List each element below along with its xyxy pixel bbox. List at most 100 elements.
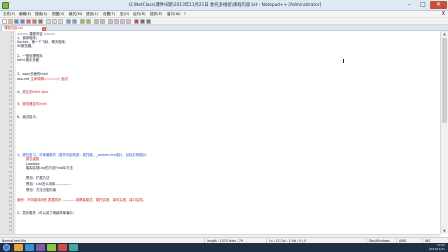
redo-icon[interactable] <box>72 19 77 24</box>
menu-settings[interactable]: 设置(T) <box>103 12 115 17</box>
window-title: G:\NetClass\课件\6期\2013年11月21日 委托多线程\课程内容… <box>128 3 322 8</box>
line-number: 33 <box>8 166 12 170</box>
code-token-highlight: 生命周期=====》面试 <box>30 77 68 81</box>
line-number: 40 <box>8 195 12 199</box>
copy-icon[interactable] <box>52 19 57 24</box>
line-number: 20 <box>8 111 12 115</box>
line-number: 36 <box>8 179 12 182</box>
minimize-button[interactable]: – <box>402 1 416 9</box>
menu-view[interactable]: 视图(V) <box>52 12 64 17</box>
find-icon[interactable] <box>80 19 85 24</box>
line-number: 48 <box>8 229 12 233</box>
scrollbar-thumb[interactable] <box>442 38 447 123</box>
line-number: 30 <box>8 153 12 157</box>
line-number: 44 <box>8 212 12 216</box>
line-number: 34 <box>8 170 12 174</box>
code-line-11: 6、面试讲义。 <box>17 115 40 119</box>
visual-studio-icon[interactable] <box>36 244 45 251</box>
tab-close-icon[interactable]: x <box>42 26 46 31</box>
code-token-highlight: 原生的html Ajax <box>22 90 49 94</box>
line-number: 42 <box>8 204 12 208</box>
line-number: 46 <box>8 221 12 224</box>
notepadpp-taskbar-icon[interactable] <box>47 244 56 251</box>
print-icon[interactable] <box>38 19 43 24</box>
menu-language[interactable]: 语言(L) <box>86 12 98 17</box>
browser-icon[interactable] <box>25 244 34 251</box>
fold-margin[interactable] <box>14 31 16 234</box>
line-number: 47 <box>8 225 12 229</box>
scroll-down-icon[interactable]: ▼ <box>441 228 448 234</box>
menu-format[interactable]: 格式(M) <box>69 12 82 17</box>
close-all-icon[interactable] <box>32 19 37 24</box>
menu-file[interactable]: 文件(F) <box>3 12 15 17</box>
play-macro-icon[interactable] <box>146 19 151 24</box>
line-number: 9 <box>10 65 12 69</box>
toolbar <box>0 18 448 25</box>
cut-icon[interactable] <box>46 19 51 24</box>
line-number: 8 <box>10 61 12 65</box>
line-number: 37 <box>8 183 12 187</box>
text-editor[interactable]: 1 2 3 4 5 6 7 8 9 10 11 12 13 14 15 16 17 18 19 20 21 22 23 24 2… <box>0 31 448 234</box>
line-number: 4 <box>10 44 12 48</box>
menu-window[interactable]: 窗口(W) <box>167 12 181 17</box>
code-line-13: 匿名函数 <box>26 157 40 161</box>
code-token: 案例： <box>17 198 28 202</box>
menu-help[interactable]: ? <box>184 12 186 17</box>
line-number: 11 <box>8 74 12 77</box>
line-number: 45 <box>8 216 12 220</box>
zoom-in-icon[interactable] <box>94 19 99 24</box>
menu-edit[interactable]: 编辑(E) <box>19 12 31 17</box>
code-token-highlight: 服务器控件html <box>22 102 47 106</box>
code-line-15: 模拟实现List的方法FindAll方法 <box>26 166 73 170</box>
code-line-8: asp.net 生命周期=====》面试 <box>17 77 417 81</box>
line-number: 5 <box>10 48 12 52</box>
scroll-up-icon[interactable]: ▲ <box>441 31 448 37</box>
line-number: 29 <box>8 149 12 153</box>
maximize-button[interactable]: □ <box>416 1 430 9</box>
menu-plugins[interactable]: 插件(P) <box>150 12 162 17</box>
replace-icon[interactable] <box>86 19 91 24</box>
line-number: 3 <box>10 40 12 44</box>
explorer-icon[interactable] <box>14 244 23 251</box>
record-macro-icon[interactable] <box>134 19 139 24</box>
menu-run[interactable]: 运行(R) <box>133 12 146 17</box>
title-bar: G:\NetClass\课件\6期\2013年11月21日 委托多线程\课程内容… <box>0 0 448 11</box>
code-line-19: 案例：不同窗体间的 数据同步 ---------- 观察者模式、委托实现、事件实… <box>17 198 417 202</box>
code-line-9: 4、原生的html Ajax <box>17 90 417 94</box>
code-line-18: 冒泡：方法泛型约束 <box>26 188 57 192</box>
line-number: 6 <box>10 53 12 56</box>
line-number: 14 <box>8 86 12 90</box>
close-document-icon[interactable]: X <box>442 11 445 18</box>
menu-macro[interactable]: 宏(O) <box>120 12 129 17</box>
code-line-16: 冒泡：扩展方法 <box>26 176 50 180</box>
windows-taskbar: 12:02 2013/11/21 <box>0 243 448 252</box>
indent-guide-icon[interactable] <box>126 19 131 24</box>
close-button[interactable]: ✕ <box>430 1 447 9</box>
save-all-icon[interactable] <box>20 19 25 24</box>
show-all-chars-icon[interactable] <box>120 19 125 24</box>
mouse-cursor <box>343 59 344 63</box>
clock-date[interactable]: 2013/11/21 <box>419 247 445 252</box>
paste-icon[interactable] <box>58 19 63 24</box>
new-file-icon[interactable] <box>2 19 7 24</box>
recorder-icon[interactable] <box>58 244 67 251</box>
line-number: 26 <box>8 137 12 140</box>
code-token-highlight: 不同窗体间的 数据同步 <box>27 198 62 202</box>
line-number: 19 <box>8 107 12 111</box>
line-number: 32 <box>8 162 12 166</box>
zoom-out-icon[interactable] <box>100 19 105 24</box>
start-button[interactable] <box>3 244 10 251</box>
app-icon[interactable] <box>69 244 78 251</box>
menu-search[interactable]: 搜索(S) <box>35 12 47 17</box>
open-file-icon[interactable] <box>8 19 13 24</box>
word-wrap-icon[interactable] <box>114 19 119 24</box>
line-number: 23 <box>8 124 12 128</box>
undo-icon[interactable] <box>66 19 71 24</box>
line-number: 27 <box>8 141 12 145</box>
sync-scroll-icon[interactable] <box>108 19 113 24</box>
line-number: 31 <box>8 158 12 161</box>
stop-macro-icon[interactable] <box>140 19 145 24</box>
vertical-scrollbar[interactable]: ▲ ▼ <box>440 31 448 234</box>
save-icon[interactable] <box>14 19 19 24</box>
close-file-icon[interactable] <box>26 19 31 24</box>
